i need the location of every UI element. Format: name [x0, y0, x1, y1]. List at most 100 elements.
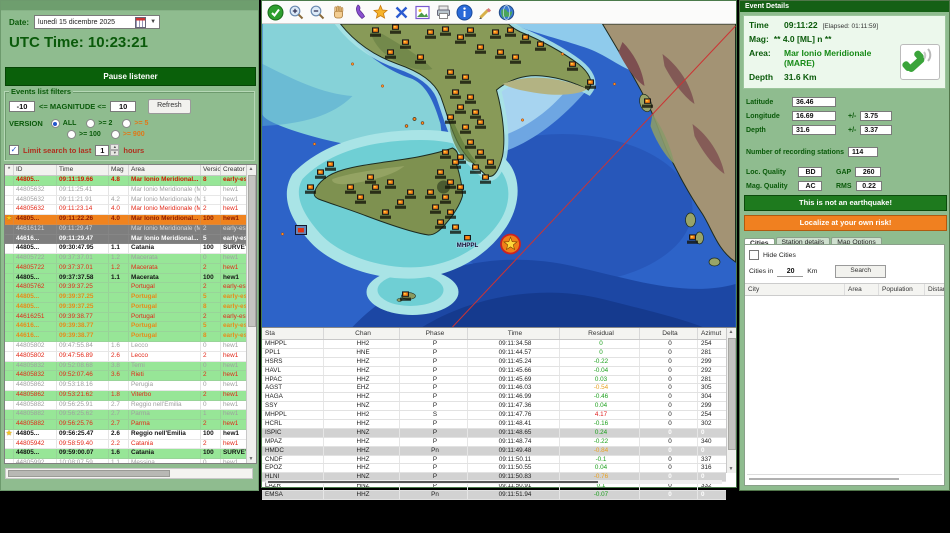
globe-icon[interactable]: [498, 4, 515, 21]
event-row[interactable]: 44805...09:30:47.951.1Catania100SURVEY-I…: [5, 244, 249, 255]
refresh-button[interactable]: Refresh: [148, 99, 191, 114]
station-row[interactable]: HAGA HHZ P 09:11:46.99 -0.46 0 304: [262, 393, 726, 403]
station-row[interactable]: ISPIC HNZ P 09:11:48.65 0.24 0 0: [262, 428, 726, 438]
event-row[interactable]: 44805862 09:53:21.62 1.8 Viterbo 2 hew1: [5, 390, 249, 401]
limit-search-checkbox[interactable]: ✓: [9, 145, 19, 155]
depth-field[interactable]: [792, 125, 836, 135]
station-row[interactable]: PPL1 HNE P 09:11:44.57 0 0 281: [262, 348, 726, 358]
zoom-out-icon[interactable]: [309, 4, 326, 21]
station-row[interactable]: HCRL HHZ P 09:11:48.41 -0.16 0 302: [262, 420, 726, 429]
latitude-field[interactable]: [792, 97, 836, 107]
event-row[interactable]: 44805832 09:52:08.68 3.8 Terni 0 hew1: [5, 361, 249, 372]
station-row[interactable]: EMSA HHZ Pn 09:11:51.94 -0.07 0 0: [262, 491, 726, 501]
column-header[interactable]: City: [745, 284, 845, 295]
station-row[interactable]: SSY HNZ P 09:11:47.36 0.04 0 299: [262, 402, 726, 412]
station-row[interactable]: MHPPL HH2 S 09:11:47.76 4.17 0 254: [262, 411, 726, 421]
epicenter-marker[interactable]: [500, 233, 521, 255]
radio-icon[interactable]: [86, 119, 96, 128]
version-option-900[interactable]: >= 900: [110, 130, 145, 139]
star-icon[interactable]: [372, 3, 389, 21]
island-station-marker[interactable]: [295, 225, 307, 235]
column-header[interactable]: Version: [201, 165, 221, 175]
radio-icon[interactable]: [50, 119, 60, 128]
hide-cities-checkbox[interactable]: ✓: [749, 250, 759, 260]
event-row[interactable]: 44805... 09:37:37.58 1.1 Macerata 100 hew1: [5, 273, 249, 284]
event-row[interactable]: 44805722 09:37:37.01 1.2 Macerata 2 hew1: [5, 263, 249, 274]
column-header[interactable]: Chan: [324, 328, 400, 339]
event-row[interactable]: 44805632 09:11:23.14 4.0 Mar Ionio Meridion…: [5, 205, 249, 216]
cities-radius-input[interactable]: [777, 266, 804, 277]
column-header[interactable]: Azimut: [698, 328, 726, 339]
event-row[interactable]: 44805862 09:53:18.16 Perugia 0 hew1: [5, 381, 249, 391]
column-header[interactable]: Creator: [221, 165, 249, 175]
column-header[interactable]: Time: [468, 328, 560, 339]
event-row[interactable]: 44616... 09:11:29.47 Mar Ionio Meridional.…: [5, 234, 249, 245]
scroll-up-icon[interactable]: ▲: [727, 328, 735, 336]
print-icon[interactable]: [435, 4, 452, 21]
station-row[interactable]: HSRS HHZ P 09:11:45.24 -0.22 0 299: [262, 357, 726, 367]
map[interactable]: MHPPL: [262, 24, 736, 327]
version-option-2[interactable]: >= 2: [86, 119, 112, 128]
confirm-icon[interactable]: [267, 4, 284, 21]
scroll-down-icon[interactable]: ▼: [727, 465, 735, 473]
event-row[interactable]: 44805722 09:37:37.01 1.2 Macerata 0 hew1: [5, 254, 249, 264]
loc-quality-field[interactable]: [798, 167, 822, 177]
magnitude-max-input[interactable]: [110, 101, 137, 112]
hours-stepper[interactable]: ▲▼: [95, 144, 120, 156]
call-button[interactable]: [900, 44, 940, 80]
event-row[interactable]: 44616...09:39:38.77Portugal8early-est_ee…: [5, 332, 249, 343]
event-row[interactable]: ★ 44805... 09:56:25.47 2.6 Reggio nell'Emili…: [5, 429, 249, 440]
events-horizontal-scrollbar[interactable]: [5, 468, 253, 479]
depth-error-field[interactable]: [860, 125, 893, 135]
image-icon[interactable]: [414, 4, 431, 21]
column-header[interactable]: Distance: [925, 284, 944, 295]
station-row[interactable]: MHPPL HH2 P 09:11:34.58 0 0 254: [262, 340, 726, 349]
station-horizontal-scrollbar[interactable]: [266, 480, 722, 484]
version-option-5[interactable]: >= 5: [122, 119, 148, 128]
radio-icon[interactable]: [110, 130, 120, 139]
close-icon[interactable]: [393, 4, 410, 21]
column-header[interactable]: Phase: [400, 328, 468, 339]
version-option-all[interactable]: ALL: [50, 119, 76, 128]
station-row[interactable]: EPOZ HHZ P 09:11:50.55 0.04 0 316: [262, 464, 726, 474]
station-row[interactable]: HMDC HHZ Pn 09:11:49.48 -0.84 0 0: [262, 446, 726, 456]
event-row[interactable]: 44805632 09:11:21.91 4.2 Mar Ionio Meridion…: [5, 195, 249, 206]
column-header[interactable]: Area: [845, 284, 879, 295]
pencil-icon[interactable]: [477, 4, 494, 21]
event-row[interactable]: 4461625109:39:38.77Portugal2early-est_ee…: [5, 312, 249, 323]
column-header[interactable]: Sta: [262, 328, 324, 339]
event-row[interactable]: 44616...09:39:38.77Portugal5early-est_ee…: [5, 322, 249, 333]
zoom-in-icon[interactable]: [288, 4, 305, 21]
event-row[interactable]: ★ 44805... 09:11:22.26 4.0 Mar Ionio Meridio…: [5, 215, 249, 225]
station-row[interactable]: CNDF HHZ P 09:11:50.11 -0.1 0 337: [262, 455, 726, 465]
event-row[interactable]: 44805...09:39:37.25Portugal8early-est_ee…: [5, 302, 249, 313]
event-row[interactable]: 44805802 09:47:55.84 1.6 Lecco 0 hew1: [5, 342, 249, 352]
column-header[interactable]: Time: [57, 165, 109, 175]
rms-field[interactable]: [855, 181, 882, 191]
column-header[interactable]: Delta: [640, 328, 698, 339]
hours-input[interactable]: [95, 144, 110, 156]
info-icon[interactable]: [456, 4, 473, 21]
gap-field[interactable]: [855, 167, 882, 177]
station-vertical-scrollbar[interactable]: ▲ ▼: [726, 328, 736, 473]
event-row[interactable]: 44805832 09:52:07.46 3.6 Rieti 2 hew1: [5, 371, 249, 382]
localize-button[interactable]: Localize at your own risk!: [744, 215, 947, 231]
italy-icon[interactable]: [351, 4, 368, 21]
radio-icon[interactable]: [67, 130, 76, 139]
column-header[interactable]: Mag: [109, 165, 129, 175]
event-row[interactable]: 44805942 09:58:59.40 2.2 Catania 2 hew1: [5, 439, 249, 450]
event-row[interactable]: 44616121 09:11:29.47 Mar Ionio Meridionale…: [5, 224, 249, 235]
radio-icon[interactable]: [122, 119, 132, 128]
event-row[interactable]: 44805882 09:56:25.91 2.7 Reggio nell'Emilia…: [5, 400, 249, 411]
event-row[interactable]: 44805992 10:08:07.59 1.1 Messina 0 hew1: [5, 459, 249, 463]
station-row[interactable]: AGST EHZ P 09:11:46.03 -0.54 0 305: [262, 384, 726, 394]
column-header[interactable]: Population: [879, 284, 925, 295]
cities-horizontal-scrollbar[interactable]: [747, 474, 942, 483]
event-row[interactable]: 44805... 09:11:19.66 4.8 Mar Ionio Meridion…: [5, 176, 249, 186]
version-option-100[interactable]: >= 100: [67, 130, 101, 139]
longitude-error-field[interactable]: [860, 111, 893, 121]
event-row[interactable]: 44805...09:59:00.071.6Catania100SURVEY-I…: [5, 449, 249, 460]
magnitude-min-input[interactable]: [9, 101, 35, 112]
station-row[interactable]: HPAC HHZ P 09:11:45.69 0.03 0 281: [262, 375, 726, 385]
column-header[interactable]: ID: [14, 165, 57, 175]
